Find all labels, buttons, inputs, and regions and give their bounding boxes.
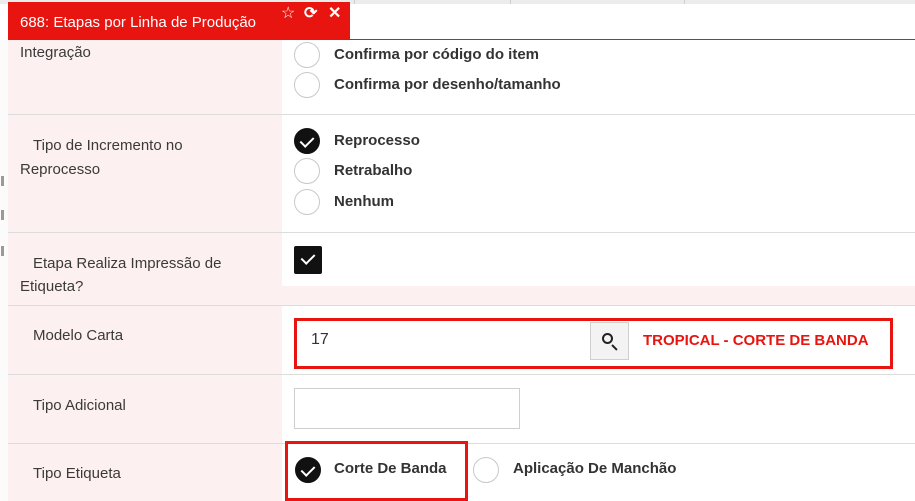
row-shade	[282, 286, 915, 305]
radio-confirma-codigo[interactable]	[294, 42, 320, 68]
label-cell: Tipo Etiqueta	[8, 444, 282, 501]
tipo-adicional-input[interactable]	[294, 388, 520, 429]
row-modelo-carta: Modelo Carta 17 TROPICAL - CORTE DE BAND…	[8, 306, 915, 375]
radio-label: Corte De Banda	[334, 460, 447, 477]
radio-label: Aplicação De Manchão	[513, 460, 677, 477]
row-tipo-incremento: Tipo de Incremento no Reprocesso Reproce…	[8, 115, 915, 233]
edge-mark	[1, 176, 4, 186]
field-label: Etapa Realiza Impressão de	[33, 255, 222, 272]
label-cell: Modelo Carta	[8, 306, 282, 374]
modelo-carta-input[interactable]	[300, 324, 590, 360]
edge-mark	[1, 246, 4, 256]
row-tipo-adicional: Tipo Adicional	[8, 375, 915, 444]
search-button[interactable]	[590, 322, 629, 360]
search-icon	[602, 333, 613, 344]
label-cell: Tipo Adicional	[8, 375, 282, 443]
field-label: Etiqueta?	[20, 278, 84, 295]
active-tab[interactable]: 688: Etapas por Linha de Produção ☆ ⟳ ✕	[8, 2, 350, 39]
star-icon[interactable]: ☆	[281, 5, 295, 23]
field-label: Tipo de Incremento no	[33, 137, 183, 154]
radio-reprocesso[interactable]	[294, 128, 320, 154]
label-cell: Integração	[8, 40, 282, 114]
field-label: Integração	[20, 44, 91, 61]
row-integracao: Integração Confirma por código do item C…	[8, 40, 915, 115]
field-label: Tipo Adicional	[33, 397, 126, 414]
field-label: Reprocesso	[20, 161, 101, 178]
refresh-icon[interactable]: ⟳	[304, 5, 317, 23]
modelo-carta-description: TROPICAL - CORTE DE BANDA	[643, 332, 869, 349]
radio-confirma-desenho[interactable]	[294, 72, 320, 98]
tab-title: 688: Etapas por Linha de Produção	[20, 14, 257, 31]
field-label: Tipo Etiqueta	[33, 465, 121, 482]
radio-label: Reprocesso	[334, 132, 420, 149]
radio-corte-de-banda[interactable]	[295, 457, 321, 483]
row-impressao-etiqueta: Etapa Realiza Impressão de Etiqueta?	[8, 233, 915, 306]
tab-separator	[510, 0, 511, 4]
radio-label: Nenhum	[334, 193, 394, 210]
row-tipo-etiqueta: Tipo Etiqueta Corte De Banda Aplicação D…	[8, 441, 915, 501]
radio-label: Retrabalho	[334, 162, 413, 179]
radio-nenhum[interactable]	[294, 189, 320, 215]
close-icon[interactable]: ✕	[328, 5, 341, 23]
label-cell: Etapa Realiza Impressão de Etiqueta?	[8, 233, 282, 305]
tab-separator	[684, 0, 685, 4]
radio-retrabalho[interactable]	[294, 158, 320, 184]
form-panel: Integração Confirma por código do item C…	[8, 40, 915, 501]
label-cell: Tipo de Incremento no Reprocesso	[8, 115, 282, 232]
radio-label: Confirma por desenho/tamanho	[334, 76, 561, 93]
left-edge	[0, 40, 8, 501]
field-label: Modelo Carta	[33, 327, 124, 344]
radio-label: Confirma por código do item	[334, 46, 539, 63]
radio-aplicacao-manchao[interactable]	[473, 457, 499, 483]
edge-mark	[1, 210, 4, 220]
modelo-carta-value: 17	[311, 331, 329, 348]
checkbox-impressao-etiqueta[interactable]	[294, 246, 322, 274]
tab-separator	[354, 0, 355, 4]
